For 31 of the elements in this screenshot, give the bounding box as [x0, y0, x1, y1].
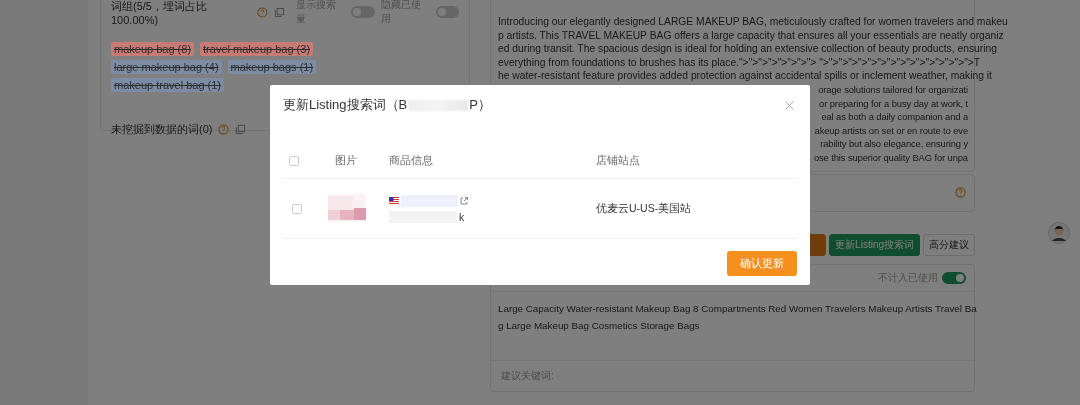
- dialog-title: P）: [469, 96, 491, 114]
- flag-icon: [389, 197, 399, 204]
- column-header: 店铺站点: [596, 154, 640, 166]
- keyword-tag[interactable]: travel makeup bag (3): [200, 42, 314, 56]
- copy-icon[interactable]: [235, 124, 247, 135]
- keyword-tag[interactable]: large makeup bag (4): [111, 60, 222, 74]
- toggle-switch[interactable]: [351, 6, 375, 18]
- checkbox[interactable]: [289, 156, 299, 166]
- confirm-button[interactable]: 确认更新: [727, 251, 797, 276]
- help-icon[interactable]: [256, 6, 268, 18]
- help-icon[interactable]: [955, 187, 966, 199]
- table-cell: 优麦云U-US-美国站: [596, 201, 692, 214]
- action-button[interactable]: 高分建议: [923, 233, 975, 256]
- product-code: k: [459, 210, 465, 223]
- dialog-title: 更新Listing搜索词（B: [283, 96, 408, 114]
- keyword-tag[interactable]: makeup bag (8): [111, 42, 195, 56]
- copy-icon[interactable]: [273, 6, 285, 18]
- keyword-tag[interactable]: makeup travel bag (1): [111, 78, 224, 92]
- action-button[interactable]: 更新Listing搜索词: [829, 233, 920, 256]
- section-title: 词组(5/5，埋词占比100.00%): [111, 0, 208, 26]
- avatar-icon[interactable]: [1048, 222, 1070, 244]
- column-header: 图片: [335, 154, 357, 166]
- checkbox[interactable]: [292, 203, 302, 214]
- help-icon[interactable]: [218, 124, 230, 135]
- section-title: 未挖掘到数据的词(0): [111, 122, 213, 137]
- toggle-switch[interactable]: [942, 271, 966, 284]
- close-icon[interactable]: [785, 100, 794, 110]
- keyword-tag[interactable]: makeup bags (1): [227, 60, 317, 74]
- toggle-switch[interactable]: [435, 6, 459, 18]
- external-link-icon[interactable]: [460, 196, 468, 205]
- column-header: 商品信息: [389, 154, 433, 166]
